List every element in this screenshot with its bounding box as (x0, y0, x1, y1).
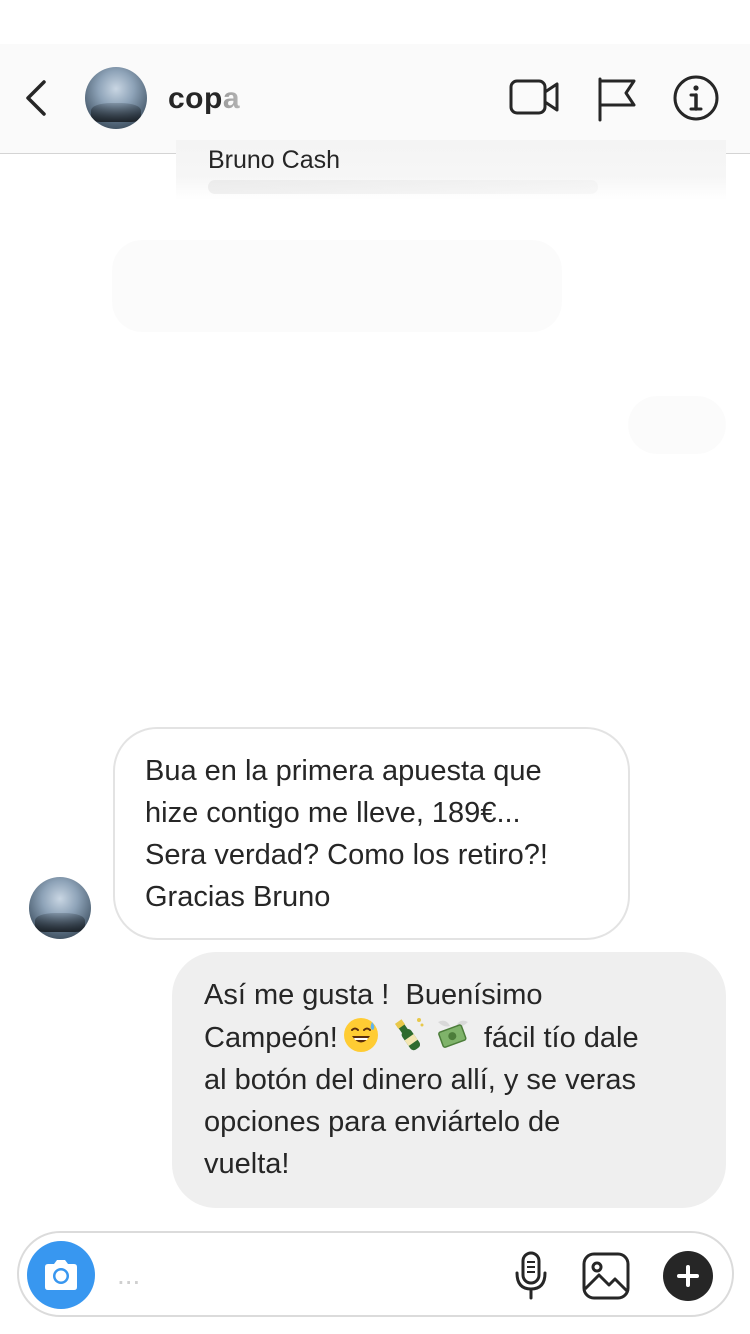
video-call-icon[interactable] (508, 74, 560, 122)
outgoing-line-2-end: fácil tío dale (483, 1022, 639, 1054)
gallery-icon[interactable] (581, 1251, 631, 1301)
outgoing-message-bubble[interactable]: Así me gusta ! Buenísimo Campeón! fácil … (172, 952, 726, 1208)
microphone-icon[interactable] (513, 1251, 549, 1301)
grinning-sweat-emoji (343, 1018, 378, 1052)
contact-message-avatar[interactable] (29, 877, 91, 939)
camera-icon[interactable] (27, 1241, 95, 1309)
shared-post-subtitle (208, 180, 598, 194)
faded-message (628, 396, 726, 454)
message-composer (17, 1231, 734, 1317)
chat-header: copa (0, 44, 750, 154)
shared-post-name: Bruno Cash (208, 146, 341, 174)
faded-message (112, 240, 562, 332)
back-icon[interactable] (18, 72, 58, 124)
chat-screen: copa Bruno Cash Bua en la primera apuest… (0, 0, 750, 1334)
outgoing-line-2-start: Campeón! (204, 1022, 338, 1054)
flag-icon[interactable] (592, 74, 644, 122)
contact-avatar[interactable] (85, 67, 147, 129)
info-icon[interactable] (670, 74, 722, 122)
outgoing-remaining-text: al botón del dinero allí, y se veras opc… (204, 1064, 637, 1180)
message-input[interactable] (115, 1251, 499, 1299)
incoming-message-bubble[interactable]: Bua en la primera apuesta que hize conti… (113, 727, 630, 940)
money-with-wings-emoji (437, 1020, 468, 1048)
plus-icon[interactable] (663, 1251, 713, 1301)
shared-post-preview[interactable]: Bruno Cash (176, 140, 726, 200)
username-redaction (222, 78, 412, 122)
outgoing-line-1: Así me gusta ! Buenísimo (204, 979, 543, 1011)
champagne-emoji (394, 1018, 424, 1051)
